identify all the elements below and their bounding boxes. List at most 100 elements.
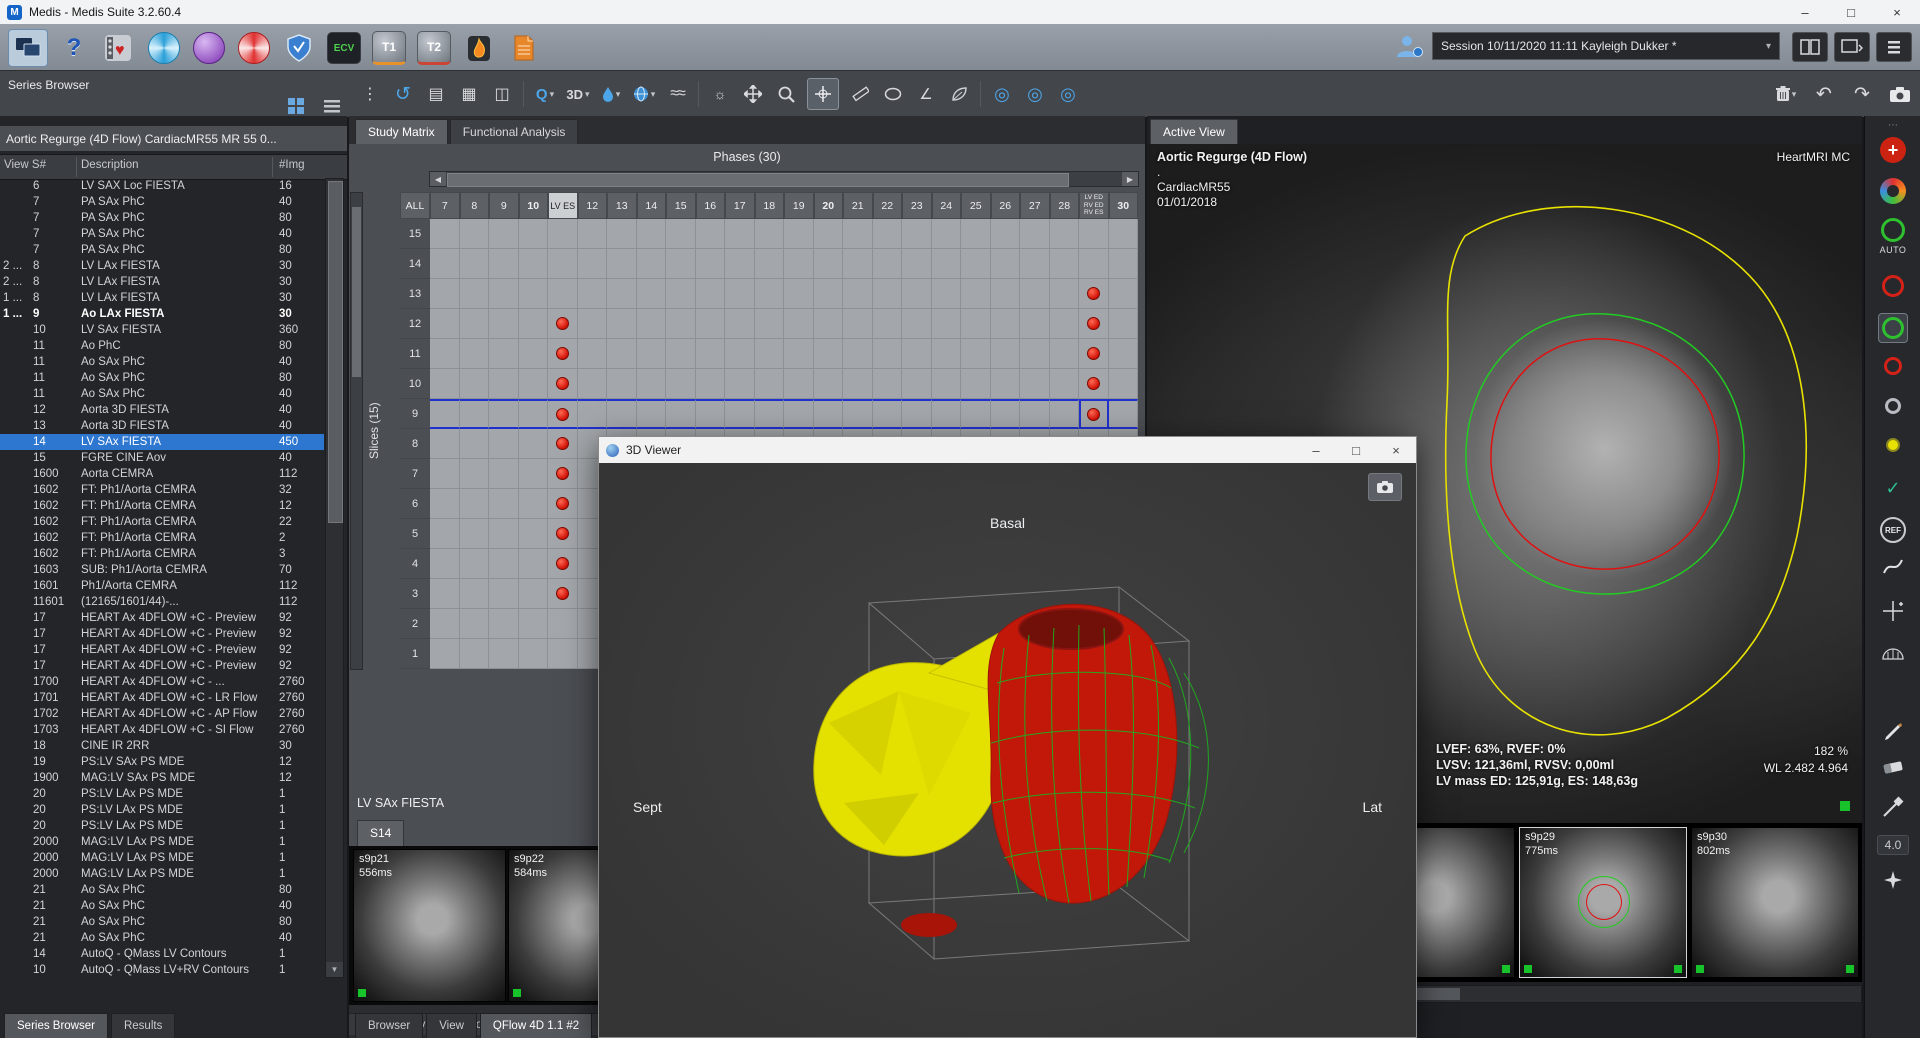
tab-series-browser[interactable]: Series Browser [4,1013,108,1038]
matrix-cell[interactable] [991,219,1021,249]
matrix-cell[interactable] [548,399,578,429]
t1-module-button[interactable]: T1 [370,30,408,66]
qstrain-module-button[interactable] [235,30,273,66]
report-view-icon[interactable]: ▤ [424,79,448,109]
matrix-cell[interactable] [961,309,991,339]
matrix-cell[interactable] [637,249,667,279]
phase-column-header[interactable]: 16 [696,192,726,219]
phase-column-header[interactable]: 26 [991,192,1021,219]
matrix-cell[interactable] [725,309,755,339]
matrix-cell[interactable] [666,399,696,429]
matrix-cell[interactable] [519,459,549,489]
matrix-cell[interactable] [430,579,460,609]
matrix-cell[interactable] [991,309,1021,339]
auto-contour-all-button[interactable] [1865,178,1920,204]
matrix-cell[interactable] [1050,219,1080,249]
series-row[interactable]: 1602FT: Ph1/Aorta CEMRA2 [0,530,324,546]
series-row[interactable]: 1900MAG:LV SAx PS MDE12 [0,770,324,786]
phase-column-header[interactable]: 25 [961,192,991,219]
series-row[interactable]: 6LV SAX Loc FIESTA16 [0,178,324,194]
ellipse-roi-icon[interactable] [881,79,905,109]
matrix-cell[interactable] [696,249,726,279]
series-row[interactable]: 1602FT: Ph1/Aorta CEMRA3 [0,546,324,562]
matrix-cell[interactable] [873,309,903,339]
phase-column-header[interactable]: 14 [637,192,667,219]
matrix-cell[interactable] [430,549,460,579]
flow-curves-icon[interactable]: ≈≈ [665,79,689,109]
reference-button[interactable]: REF [1865,517,1920,543]
matrix-cell[interactable] [843,339,873,369]
matrix-cell[interactable] [1050,339,1080,369]
matrix-cell[interactable] [519,339,549,369]
thumbnail-layout-icon[interactable] [282,95,310,117]
phase-thumbnail[interactable]: s9p21 556ms [353,849,506,1002]
phase-column-header[interactable]: 30 [1109,192,1139,219]
leaf-icon[interactable] [947,79,971,109]
view-thumbnail[interactable]: s9p30 802ms [1691,827,1859,978]
target-tool-icon-2[interactable]: ◎ [1023,79,1047,109]
matrix-cell[interactable] [873,249,903,279]
view-thumbnail-selected[interactable]: s9p29 775ms [1519,827,1687,978]
matrix-cell[interactable] [519,279,549,309]
matrix-cell[interactable] [460,399,490,429]
matrix-cell[interactable] [991,279,1021,309]
matrix-cell[interactable] [489,579,519,609]
slice-row-header[interactable]: 3 [400,579,430,609]
matrix-cell[interactable] [784,279,814,309]
phase-column-header[interactable]: 9 [489,192,519,219]
phase-column-header[interactable]: 12 [578,192,608,219]
matrix-cell[interactable] [843,219,873,249]
phase-column-header[interactable]: 7 [430,192,460,219]
rv-surface-red[interactable] [988,604,1208,903]
globe-icon[interactable]: ▾ [632,79,656,109]
matrix-cell[interactable] [991,249,1021,279]
shield-module-button[interactable] [280,30,318,66]
series-row[interactable]: 21Ao SAx PhC80 [0,882,324,898]
series-row[interactable]: 1602FT: Ph1/Aorta CEMRA12 [0,498,324,514]
lv-endo-contour[interactable] [1491,339,1719,569]
series-row[interactable]: 7PA SAx PhC80 [0,242,324,258]
matrix-cell[interactable] [843,369,873,399]
matrix-cell[interactable] [932,249,962,279]
report-module-button[interactable] [505,30,543,66]
window-minimize-button[interactable]: – [1782,0,1828,24]
compare-views-icon[interactable]: ◫ [490,79,514,109]
series-row[interactable]: 1601Ph1/Aorta CEMRA112 [0,578,324,594]
matrix-cell[interactable] [843,249,873,279]
series-row[interactable]: 7PA SAx PhC80 [0,210,324,226]
matrix-cell[interactable] [755,279,785,309]
matrix-cell[interactable] [430,279,460,309]
series-row[interactable]: 17HEART Ax 4DFLOW +C - Preview92 [0,626,324,642]
matrix-cell[interactable] [814,249,844,279]
enhance-wand-button[interactable] [1865,870,1920,890]
matrix-cell[interactable] [460,519,490,549]
matrix-cell[interactable] [902,309,932,339]
slice-row-header[interactable]: 6 [400,489,430,519]
matrix-cell[interactable] [873,369,903,399]
matrix-cell[interactable] [460,369,490,399]
matrix-cell[interactable] [1109,339,1139,369]
matrix-cell[interactable] [578,339,608,369]
matrix-cell[interactable] [814,399,844,429]
lv-epi-contour-button[interactable] [1865,313,1920,343]
series-row[interactable]: 1702HEART Ax 4DFLOW +C - AP Flow2760 [0,706,324,722]
pan-icon[interactable] [741,79,765,109]
list-layout-icon[interactable] [318,95,346,117]
matrix-cell[interactable] [1050,279,1080,309]
app-menu-button[interactable] [1876,32,1912,62]
matrix-cell[interactable] [460,489,490,519]
tab-study-matrix[interactable]: Study Matrix [355,119,448,145]
toolbar-drag-handle[interactable]: ⋯ [1865,120,1920,131]
matrix-cell[interactable] [902,369,932,399]
matrix-cell[interactable] [519,519,549,549]
matrix-cell[interactable] [784,369,814,399]
matrix-cell[interactable] [519,579,549,609]
matrix-cell[interactable] [1079,399,1109,429]
matrix-cell[interactable] [755,399,785,429]
matrix-cell[interactable] [637,369,667,399]
matrix-cell[interactable] [843,399,873,429]
matrix-cell[interactable] [607,399,637,429]
matrix-cell[interactable] [548,369,578,399]
series-row[interactable]: 1 ...8LV LAx FIESTA30 [0,290,324,306]
rv-epi-contour-button[interactable] [1865,398,1920,414]
